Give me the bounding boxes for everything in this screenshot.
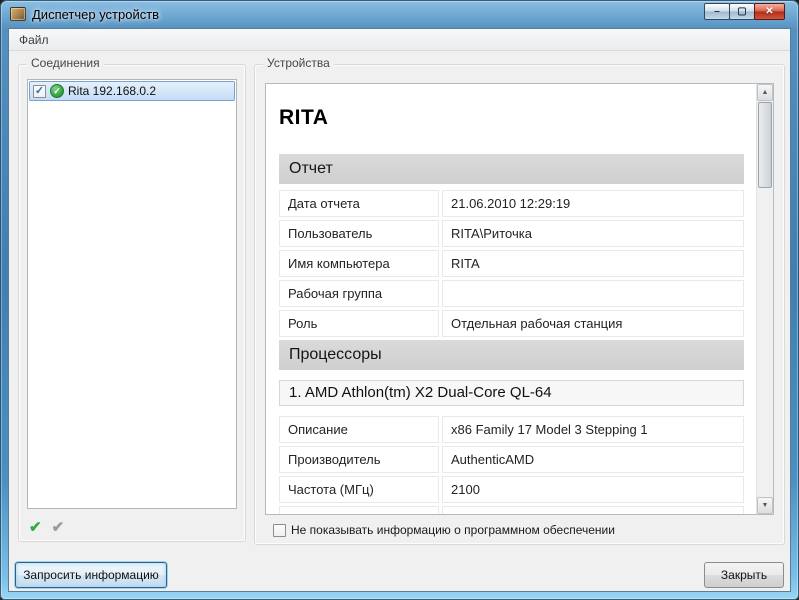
row-label: Пользователь xyxy=(279,220,439,247)
connections-list[interactable]: ✓ ✓ Rita 192.168.0.2 xyxy=(27,79,237,509)
connection-label: Rita 192.168.0.2 xyxy=(68,84,157,98)
row-label: Частота (МГц) xyxy=(279,476,439,503)
minimize-icon: – xyxy=(714,5,720,17)
hide-software-row: Не показывать информацию о программном о… xyxy=(273,523,615,537)
row-value: Отдельная рабочая станция xyxy=(442,310,744,337)
report-title: RITA xyxy=(279,106,329,129)
scroll-down-button[interactable]: ▼ xyxy=(757,497,773,514)
row-value: RITA xyxy=(442,250,744,277)
titlebar[interactable]: Диспетчер устройств – ▢ ✕ xyxy=(0,0,799,28)
devices-group-label: Устройства xyxy=(263,56,334,70)
row-label: Дата отчета xyxy=(279,190,439,217)
section-header-processors: Процессоры xyxy=(279,340,744,370)
scroll-down-icon: ▼ xyxy=(761,502,769,509)
table-row: Тип CPU 1 xyxy=(279,506,744,514)
row-label: Описание xyxy=(279,416,439,443)
minimize-button[interactable]: – xyxy=(704,3,730,20)
report-scrollbar[interactable]: ▲ ▼ xyxy=(756,84,773,514)
select-all-icon[interactable]: ✔ xyxy=(29,520,42,535)
table-row: Рабочая группа xyxy=(279,280,744,307)
row-value: CPU 1 xyxy=(442,506,744,514)
close-icon: ✕ xyxy=(765,5,774,17)
connection-list-item[interactable]: ✓ ✓ Rita 192.168.0.2 xyxy=(29,81,235,101)
row-label: Имя компьютера xyxy=(279,250,439,277)
table-row: Частота (МГц) 2100 xyxy=(279,476,744,503)
table-row: Роль Отдельная рабочая станция xyxy=(279,310,744,337)
table-row: Пользователь RITA\Риточка xyxy=(279,220,744,247)
row-label: Рабочая группа xyxy=(279,280,439,307)
deselect-all-icon[interactable]: ✔ xyxy=(52,520,65,535)
devices-group: Устройства RITA Отчет Дата отчета 21.06.… xyxy=(254,56,785,545)
connections-group: Соединения ✓ ✓ Rita 192.168.0.2 ✔ ✔ xyxy=(18,56,246,542)
online-status-icon: ✓ xyxy=(50,84,64,98)
request-info-button[interactable]: Запросить информацию xyxy=(15,562,167,588)
menu-file[interactable]: Файл xyxy=(9,31,59,49)
scroll-up-icon: ▲ xyxy=(761,89,769,96)
processor-subheader: 1. AMD Athlon(tm) X2 Dual-Core QL-64 xyxy=(279,380,744,406)
hide-software-checkbox[interactable] xyxy=(273,523,286,537)
report-table: Дата отчета 21.06.2010 12:29:19 Пользова… xyxy=(279,190,744,337)
checkbox-check-icon: ✓ xyxy=(34,84,45,97)
connection-checkbox[interactable]: ✓ xyxy=(33,84,46,98)
client-area: Файл Соединения ✓ ✓ Rita 192.168.0.2 ✔ ✔… xyxy=(8,28,791,592)
report-content: RITA Отчет Дата отчета 21.06.2010 12:29:… xyxy=(266,84,756,514)
maximize-button[interactable]: ▢ xyxy=(729,3,755,20)
row-label: Производитель xyxy=(279,446,439,473)
row-value: 2100 xyxy=(442,476,744,503)
scroll-up-button[interactable]: ▲ xyxy=(757,84,773,101)
caption-buttons: – ▢ ✕ xyxy=(704,3,785,20)
row-value xyxy=(442,280,744,307)
report-view: RITA Отчет Дата отчета 21.06.2010 12:29:… xyxy=(265,83,774,515)
close-window-button[interactable]: ✕ xyxy=(754,3,785,20)
section-header-report: Отчет xyxy=(279,154,744,184)
hide-software-label: Не показывать информацию о программном о… xyxy=(291,523,615,537)
report-table: Описание x86 Family 17 Model 3 Stepping … xyxy=(279,416,744,514)
scrollbar-thumb[interactable] xyxy=(758,102,772,188)
close-button[interactable]: Закрыть xyxy=(704,562,784,588)
list-actions: ✔ ✔ xyxy=(29,520,64,535)
row-value: AuthenticAMD xyxy=(442,446,744,473)
row-label: Роль xyxy=(279,310,439,337)
connections-group-label: Соединения xyxy=(27,56,104,70)
table-row: Описание x86 Family 17 Model 3 Stepping … xyxy=(279,416,744,443)
maximize-icon: ▢ xyxy=(737,5,747,17)
menubar: Файл xyxy=(9,29,790,51)
table-row: Производитель AuthenticAMD xyxy=(279,446,744,473)
row-value: x86 Family 17 Model 3 Stepping 1 xyxy=(442,416,744,443)
window: Диспетчер устройств – ▢ ✕ Файл Соединени… xyxy=(0,0,799,600)
table-row: Имя компьютера RITA xyxy=(279,250,744,277)
row-label: Тип xyxy=(279,506,439,514)
app-icon xyxy=(10,7,26,21)
row-value: RITA\Риточка xyxy=(442,220,744,247)
row-value: 21.06.2010 12:29:19 xyxy=(442,190,744,217)
window-title: Диспетчер устройств xyxy=(32,6,160,22)
table-row: Дата отчета 21.06.2010 12:29:19 xyxy=(279,190,744,217)
